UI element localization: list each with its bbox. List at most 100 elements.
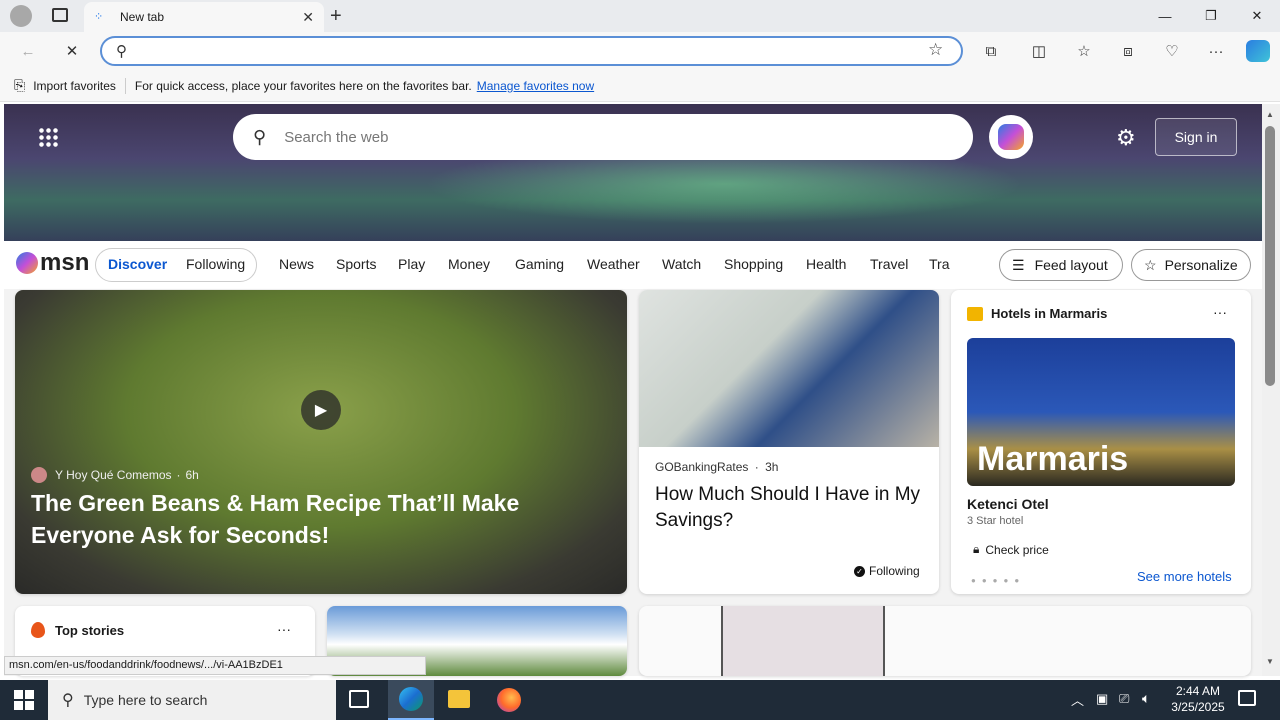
volume-icon[interactable]: 🔈︎ xyxy=(1142,690,1150,707)
taskbar-search-box[interactable]: ⚲ Type here to search xyxy=(48,680,336,720)
story-age: 3h xyxy=(765,460,779,474)
stop-loading-icon[interactable]: ✕ xyxy=(60,40,84,62)
msn-butterfly-icon xyxy=(16,252,38,274)
manage-favorites-link[interactable]: Manage favorites now xyxy=(477,79,594,93)
copilot-logo-icon xyxy=(998,124,1024,150)
copilot-button[interactable] xyxy=(989,115,1033,159)
msn-logo[interactable]: msn xyxy=(16,249,89,277)
play-video-icon[interactable]: ▶ xyxy=(301,390,341,430)
back-icon[interactable]: ← xyxy=(16,40,40,62)
task-view-icon[interactable] xyxy=(349,690,369,708)
copilot-icon[interactable] xyxy=(1246,40,1270,62)
check-price-button[interactable]: 🔒︎ Check price xyxy=(973,542,1049,557)
new-tab-button[interactable]: + xyxy=(330,5,342,28)
collections-icon[interactable]: ⧈ xyxy=(1116,40,1140,62)
tray-device-icon[interactable]: ▣ xyxy=(1096,691,1108,707)
fire-icon xyxy=(31,622,45,638)
favorite-star-icon[interactable]: ☆ xyxy=(928,40,943,60)
restore-button[interactable]: ❐ xyxy=(1188,0,1234,32)
network-icon[interactable]: ⎚ xyxy=(1119,691,1129,707)
publisher-logo-icon xyxy=(31,467,47,483)
nav-sports[interactable]: Sports xyxy=(336,256,376,272)
scroll-thumb[interactable] xyxy=(1265,126,1275,386)
feed-layout-button[interactable]: ☰ Feed layout xyxy=(999,249,1123,281)
msn-search-input[interactable]: Search the web xyxy=(284,129,388,146)
savings-story-card[interactable]: GOBankingRates · 3h How Much Should I Ha… xyxy=(639,290,939,594)
file-explorer-icon[interactable] xyxy=(448,690,470,708)
scroll-down-icon[interactable]: ▼ xyxy=(1266,657,1274,666)
check-icon: ✓ xyxy=(854,565,865,577)
clock[interactable]: 2:44 AM 3/25/2025 xyxy=(1168,683,1228,715)
edge-taskbar-icon[interactable] xyxy=(388,680,434,720)
hotels-header: Hotels in Marmaris xyxy=(991,306,1108,321)
apps-launcher-icon[interactable] xyxy=(38,127,58,147)
story-headline[interactable]: The Green Beans & Ham Recipe That’ll Mak… xyxy=(31,487,571,551)
notifications-icon[interactable] xyxy=(1238,690,1256,706)
hotels-more-icon[interactable]: ··· xyxy=(1213,304,1227,320)
page-scrollbar[interactable]: ▲ ▼ xyxy=(1262,104,1280,676)
favorites-icon[interactable]: ☆ xyxy=(1072,40,1096,62)
nav-travel[interactable]: Travel xyxy=(870,256,908,272)
top-stories-more-icon[interactable]: ··· xyxy=(277,621,291,637)
nav-watch[interactable]: Watch xyxy=(662,256,701,272)
tab-following[interactable]: Following xyxy=(186,256,245,272)
featured-story-card[interactable]: ▶ Y Hoy Qué Comemos · 6h The Green Beans… xyxy=(15,290,627,594)
keypad-story-card[interactable] xyxy=(639,606,1251,676)
tab-actions-icon[interactable] xyxy=(52,8,68,22)
personalize-label: Personalize xyxy=(1164,257,1238,273)
story-headline[interactable]: How Much Should I Have in My Savings? xyxy=(655,482,925,534)
status-bar-url: msn.com/en-us/foodanddrink/foodnews/.../… xyxy=(4,656,426,675)
minimize-button[interactable]: — xyxy=(1142,0,1188,32)
tray-chevron-icon[interactable]: ︿ xyxy=(1071,690,1084,709)
see-more-hotels-link[interactable]: See more hotels xyxy=(1137,569,1232,584)
loading-icon: ⁘ xyxy=(94,11,104,23)
story-image xyxy=(639,290,939,447)
edge-logo-icon xyxy=(399,687,423,711)
publisher-name: GOBankingRates xyxy=(655,460,749,474)
hotel-bag-icon xyxy=(967,307,983,321)
sparkle-icon: ☆ xyxy=(1144,256,1157,273)
nav-play[interactable]: Play xyxy=(398,256,425,272)
nav-traffic[interactable]: Tra xyxy=(929,256,949,272)
nav-news[interactable]: News xyxy=(279,256,314,272)
import-icon: ⎘ xyxy=(14,77,26,93)
firefox-icon[interactable] xyxy=(497,688,521,712)
address-bar[interactable]: ⚲ ☆ xyxy=(100,36,963,66)
search-icon: ⚲ xyxy=(62,692,74,709)
scroll-up-icon[interactable]: ▲ xyxy=(1266,110,1274,119)
nav-gaming[interactable]: Gaming xyxy=(515,256,564,272)
favorites-bar: ⎘ Import favorites For quick access, pla… xyxy=(0,70,1280,102)
carousel-dots[interactable]: ●●●●● xyxy=(971,576,1025,585)
tab-discover[interactable]: Discover xyxy=(108,256,167,272)
sign-in-button[interactable]: Sign in xyxy=(1155,118,1237,156)
extensions-icon[interactable]: ⧉ xyxy=(979,40,1003,62)
top-stories-title: Top stories xyxy=(55,623,125,638)
hotel-image[interactable]: Marmaris xyxy=(967,338,1235,486)
browser-essentials-icon[interactable]: ♡ xyxy=(1160,40,1184,62)
clock-time: 2:44 AM xyxy=(1175,684,1221,698)
more-options-icon[interactable]: ··· xyxy=(1204,40,1228,62)
close-window-button[interactable]: ✕ xyxy=(1234,0,1280,32)
msn-search-box[interactable]: ⚲ Search the web xyxy=(233,114,973,160)
publisher-name: Y Hoy Qué Comemos xyxy=(55,468,172,482)
search-icon: ⚲ xyxy=(253,126,267,147)
nav-weather[interactable]: Weather xyxy=(587,256,640,272)
favbar-divider xyxy=(124,77,126,94)
start-windows-icon[interactable] xyxy=(14,690,34,710)
import-favorites-button[interactable]: Import favorites xyxy=(33,79,116,93)
nav-health[interactable]: Health xyxy=(806,256,846,272)
personalize-button[interactable]: ☆ Personalize xyxy=(1131,249,1251,281)
nav-money[interactable]: Money xyxy=(448,256,490,272)
nav-shopping[interactable]: Shopping xyxy=(724,256,783,272)
search-icon: ⚲ xyxy=(116,43,127,60)
profile-icon[interactable] xyxy=(10,5,32,27)
following-label: Following xyxy=(869,564,920,578)
hotels-card[interactable]: Hotels in Marmaris ··· Marmaris Ketenci … xyxy=(951,290,1251,594)
close-tab-icon[interactable]: ✕ xyxy=(302,9,314,26)
taskbar-search-input[interactable]: Type here to search xyxy=(84,692,208,708)
keypad-image xyxy=(721,606,885,676)
hotel-name[interactable]: Ketenci Otel xyxy=(967,496,1049,512)
settings-gear-icon[interactable]: ⚙ xyxy=(1116,125,1136,151)
split-screen-icon[interactable]: ◫ xyxy=(1027,40,1051,62)
tab-new-tab[interactable]: ⁘ New tab ✕ xyxy=(84,2,324,32)
